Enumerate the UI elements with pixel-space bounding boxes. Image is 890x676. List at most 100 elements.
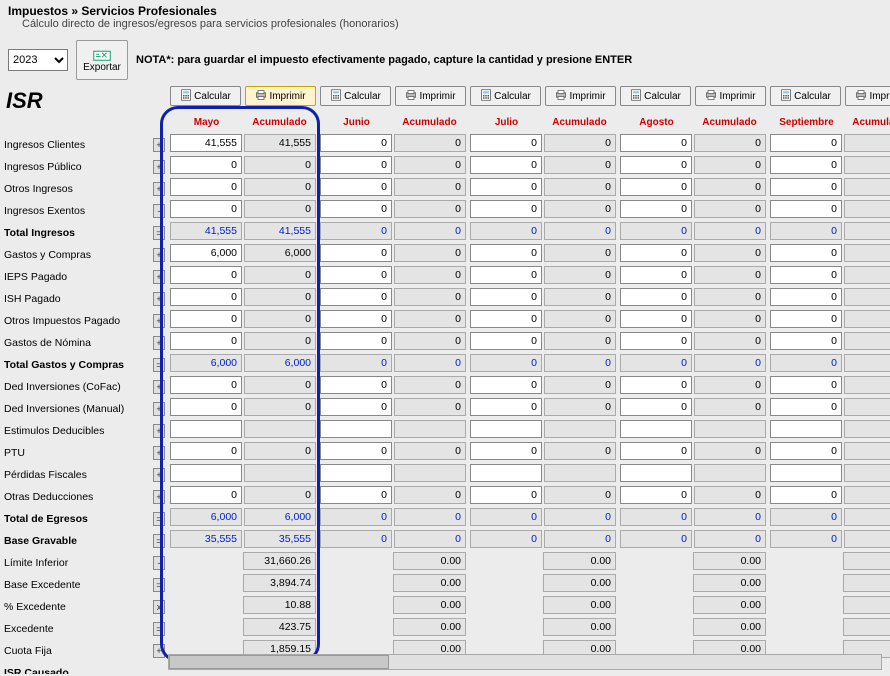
input-cell[interactable]: 0 [470,398,542,416]
input-cell[interactable]: 0 [770,200,842,218]
input-cell[interactable]: 0 [620,266,692,284]
input-cell[interactable]: 0 [470,266,542,284]
input-cell[interactable]: 0 [620,332,692,350]
input-cell[interactable]: 0 [470,332,542,350]
input-cell[interactable]: 0 [470,200,542,218]
input-cell[interactable]: 0 [770,244,842,262]
input-cell[interactable] [470,420,542,438]
input-cell[interactable]: 0 [620,200,692,218]
input-cell[interactable]: 0 [620,178,692,196]
imprimir-button[interactable]: Imprimir [845,86,890,106]
input-cell[interactable]: 0 [320,178,392,196]
input-cell[interactable]: 0 [470,310,542,328]
imprimir-button[interactable]: Imprimir [395,86,466,106]
input-cell[interactable]: 0 [620,376,692,394]
export-button[interactable]: Exportar [76,40,128,80]
input-cell[interactable] [470,464,542,482]
input-cell[interactable] [170,420,242,438]
input-cell[interactable]: 0 [320,244,392,262]
input-cell[interactable] [620,420,692,438]
input-cell[interactable]: 0 [320,266,392,284]
input-cell[interactable]: 0 [170,376,242,394]
input-cell[interactable]: 0 [770,156,842,174]
input-cell[interactable]: 0 [470,376,542,394]
input-cell[interactable] [170,464,242,482]
input-cell[interactable]: 0 [320,442,392,460]
input-cell[interactable]: 0 [770,442,842,460]
readonly-cell: 0 [394,134,466,152]
input-cell[interactable]: 0 [470,442,542,460]
input-cell[interactable]: 0 [770,266,842,284]
total-cell: 0 [394,530,466,548]
input-cell[interactable]: 0 [470,288,542,306]
input-cell[interactable]: 0 [620,486,692,504]
input-cell[interactable]: 0 [170,178,242,196]
input-cell[interactable]: 0 [770,332,842,350]
horizontal-scrollbar[interactable] [168,654,882,670]
input-cell[interactable]: 0 [620,398,692,416]
input-cell[interactable] [620,464,692,482]
calcular-button[interactable]: Calcular [320,86,391,106]
input-cell[interactable]: 0 [170,398,242,416]
section-title: ISR [0,84,152,134]
input-cell[interactable]: 0 [170,486,242,504]
input-cell[interactable]: 0 [320,288,392,306]
scrollbar-thumb[interactable] [169,655,389,669]
input-cell[interactable]: 0 [470,156,542,174]
input-cell[interactable]: 0 [170,332,242,350]
input-cell[interactable]: 0 [770,178,842,196]
input-cell[interactable]: 0 [170,310,242,328]
input-cell[interactable]: 0 [320,156,392,174]
input-cell[interactable]: 0 [620,134,692,152]
year-select[interactable]: 2023 [8,49,68,71]
imprimir-button[interactable]: Imprimir [695,86,766,106]
row-label: Excedente [0,618,152,640]
input-cell[interactable]: 0 [770,310,842,328]
input-cell[interactable]: 0 [620,244,692,262]
input-cell[interactable] [320,420,392,438]
input-cell[interactable]: 0 [770,288,842,306]
input-cell[interactable]: 0 [470,486,542,504]
input-cell[interactable]: 0 [320,398,392,416]
input-cell[interactable]: 0 [170,288,242,306]
input-cell[interactable]: 0 [320,134,392,152]
input-cell[interactable]: 0 [170,266,242,284]
input-cell[interactable]: 0 [320,200,392,218]
calcular-button[interactable]: Calcular [170,86,241,106]
input-cell[interactable]: 0 [770,134,842,152]
readonly-cell [470,552,541,570]
calcular-button[interactable]: Calcular [620,86,691,106]
input-cell[interactable]: 0 [170,156,242,174]
input-cell[interactable]: 0 [470,134,542,152]
input-cell[interactable]: 0 [770,376,842,394]
month-name: Julio [470,117,543,128]
input-cell[interactable]: 0 [320,376,392,394]
input-cell[interactable]: 6,000 [170,244,242,262]
input-cell[interactable]: 0 [470,178,542,196]
imprimir-button[interactable]: Imprimir [245,86,316,106]
input-cell[interactable]: 0 [620,288,692,306]
input-cell[interactable]: 0 [770,486,842,504]
row-label: Pérdidas Fiscales [0,464,152,486]
input-cell[interactable]: 0 [170,200,242,218]
input-cell[interactable]: 0 [620,156,692,174]
printer-icon [405,89,417,104]
input-cell[interactable] [770,464,842,482]
row-label: ISH Pagado [0,288,152,310]
input-cell[interactable]: 0 [320,310,392,328]
input-cell[interactable] [320,464,392,482]
input-cell[interactable]: 0 [620,310,692,328]
calcular-button[interactable]: Calcular [770,86,841,106]
input-cell[interactable]: 41,555 [170,134,242,152]
input-cell[interactable]: 0 [620,442,692,460]
input-cell[interactable]: 0 [320,332,392,350]
row-label: PTU [0,442,152,464]
input-cell[interactable] [770,420,842,438]
input-cell[interactable]: 0 [320,486,392,504]
calcular-button[interactable]: Calcular [470,86,541,106]
imprimir-button[interactable]: Imprimir [545,86,616,106]
row-label: Total Ingresos [0,222,152,244]
input-cell[interactable]: 0 [170,442,242,460]
input-cell[interactable]: 0 [470,244,542,262]
input-cell[interactable]: 0 [770,398,842,416]
